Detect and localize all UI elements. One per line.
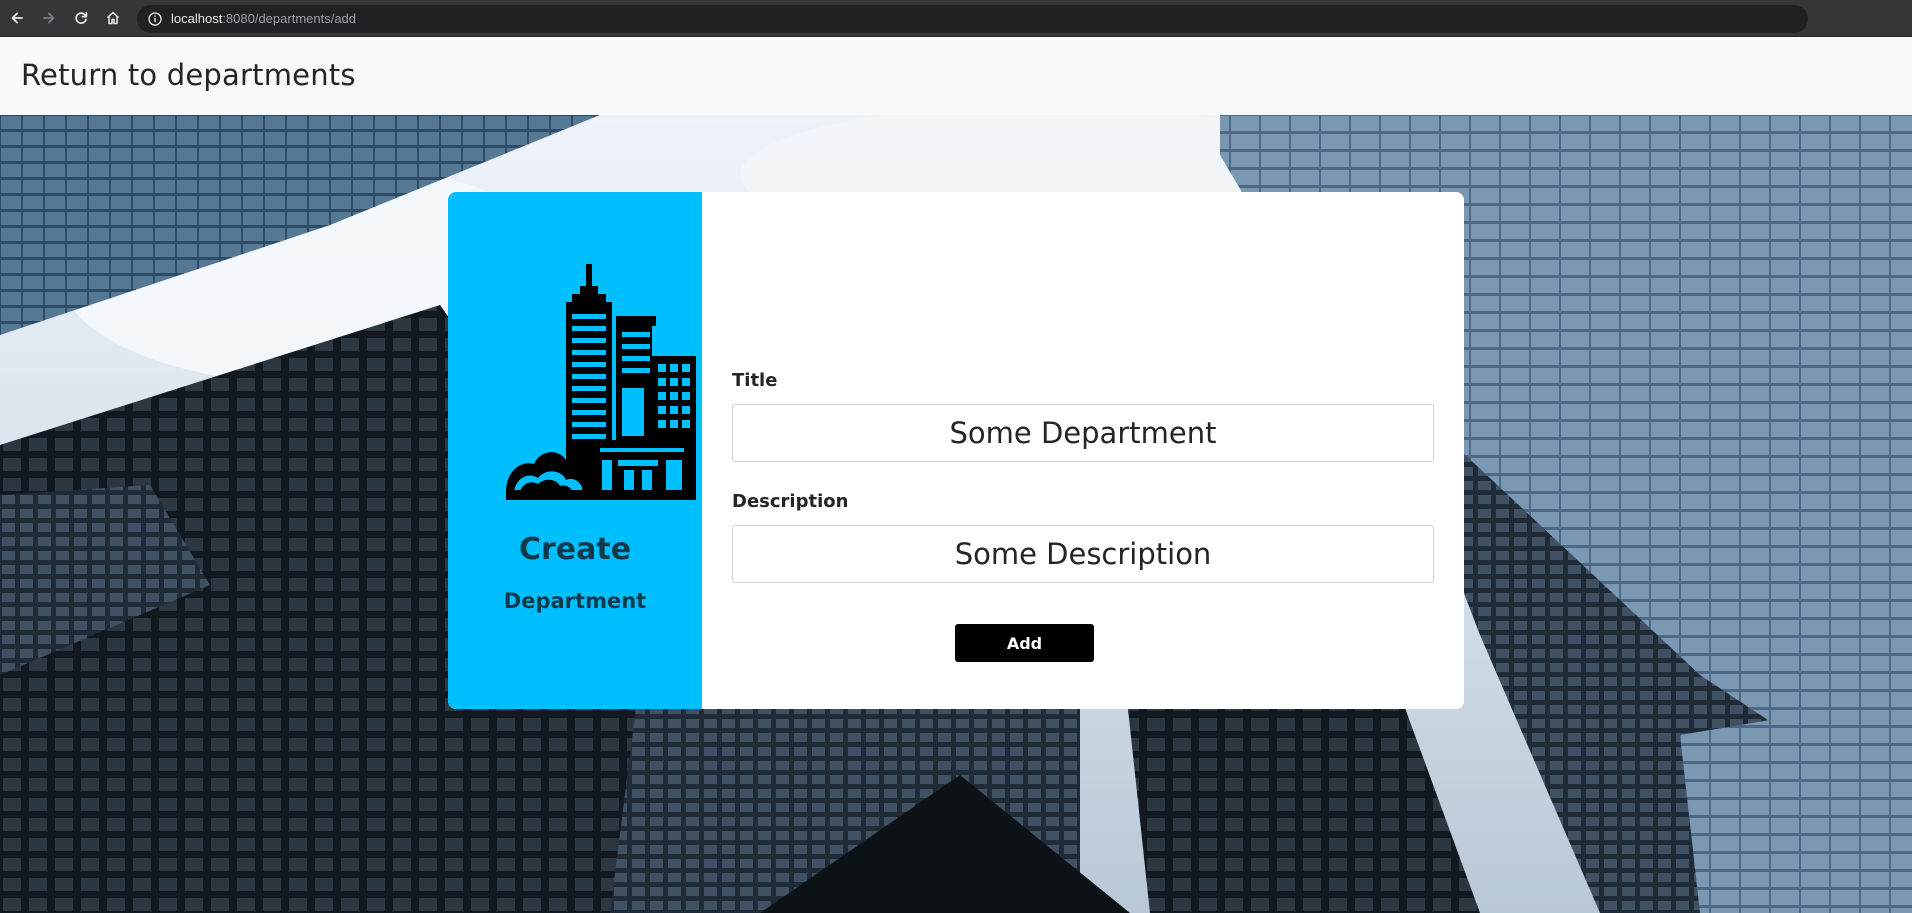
- url-path: :8080/departments/add: [222, 11, 357, 26]
- url-text: localhost:8080/departments/add: [171, 11, 356, 27]
- reload-button[interactable]: [69, 6, 93, 30]
- create-department-card: Create Department Title Description Add: [448, 192, 1464, 709]
- title-label: Title: [732, 370, 778, 391]
- card-heading: Create: [518, 532, 632, 567]
- description-input[interactable]: [732, 525, 1434, 583]
- url-host: localhost: [171, 11, 223, 26]
- forward-button[interactable]: [37, 6, 61, 30]
- back-button[interactable]: [5, 6, 29, 30]
- description-label: Description: [732, 491, 849, 512]
- title-input[interactable]: [732, 404, 1434, 462]
- browser-toolbar: localhost:8080/departments/add: [0, 0, 1912, 37]
- back-arrow-icon: [11, 12, 23, 24]
- navbar: Return to departments: [0, 37, 1912, 115]
- home-button[interactable]: [101, 6, 125, 30]
- card-subheading: Department: [503, 589, 647, 613]
- forward-arrow-icon: [43, 12, 55, 24]
- card-sidebar: Create Department: [448, 192, 702, 709]
- city-buildings-icon: [506, 264, 696, 500]
- reload-icon: [75, 11, 88, 24]
- address-bar[interactable]: localhost:8080/departments/add: [137, 5, 1808, 33]
- info-icon[interactable]: [147, 11, 163, 27]
- return-to-departments-link[interactable]: Return to departments: [21, 58, 356, 92]
- add-button[interactable]: Add: [955, 624, 1094, 662]
- home-icon: [106, 11, 120, 25]
